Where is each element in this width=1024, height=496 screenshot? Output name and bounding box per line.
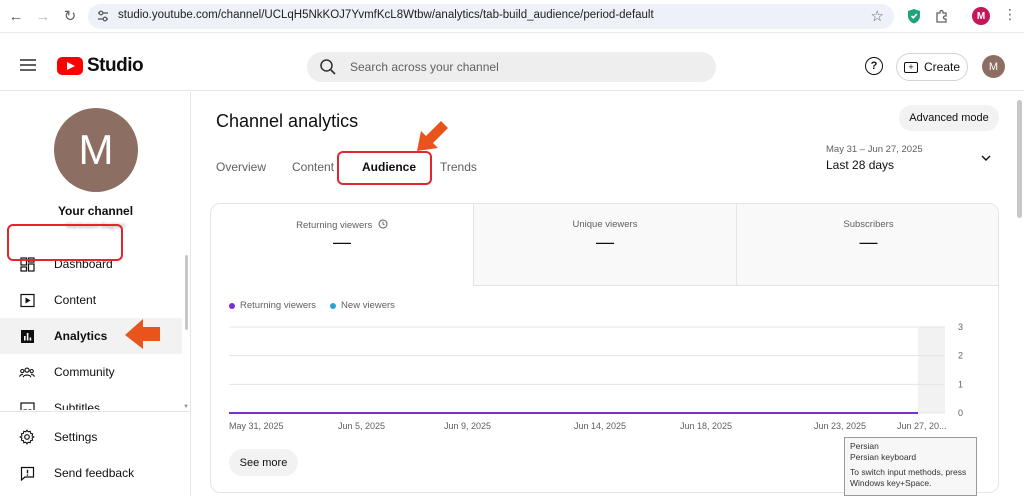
ime-hint: To switch input methods, press Windows k… [850,467,967,488]
analytics-pointer-arrow-icon [125,319,160,349]
your-channel-label: Your channel [57,204,134,218]
see-more-button[interactable]: See more [229,449,298,476]
search-icon [320,59,336,75]
sidebar-item-settings[interactable]: Settings [0,419,182,455]
sidebar-scroll-down-icon[interactable]: ▼ [183,404,189,410]
analytics-icon [19,328,35,344]
x-tick-label: Jun 9, 2025 [444,421,491,431]
browser-toolbar: ← → ↻ studio.youtube.com/channel/UCLqH5N… [0,0,1024,33]
browser-profile-avatar[interactable]: M [972,7,990,25]
youtube-play-icon [57,57,83,75]
page-title: Channel analytics [216,111,359,131]
advanced-mode-button[interactable]: Advanced mode [899,105,999,131]
tab-overview[interactable]: Overview [216,160,266,174]
sidebar-item-send-feedback[interactable]: Send feedback [0,455,182,491]
chart-current-period-band [918,327,945,413]
sidebar-item-label: Analytics [54,329,108,343]
page-scrollbar[interactable] [1016,92,1024,496]
sidebar: M Your channel Mahbubeh Bagheri Dashboar… [0,92,191,496]
search-bar[interactable]: Search across your channel [307,52,716,82]
x-tick-label: Jun 18, 2025 [680,421,732,431]
analytics-highlight-box [7,224,123,261]
search-input[interactable]: Search across your channel [350,60,499,74]
create-label: Create [923,60,961,74]
help-icon[interactable]: ? [865,57,883,75]
page-scrollbar-thumb[interactable] [1017,100,1022,218]
sidebar-item-label: Settings [54,430,98,444]
x-tick-label: May 31, 2025 [229,421,284,431]
url-text[interactable]: studio.youtube.com/channel/UCLqH5NkKOJ7Y… [118,9,654,21]
logo-text: Studio [87,55,144,76]
hamburger-menu-icon[interactable] [20,59,36,74]
browser-menu-icon[interactable]: ⋮ [1003,6,1017,23]
sidebar-item-subtitles[interactable]: Subtitles [0,390,182,410]
content-icon [19,292,35,308]
sidebar-scrollbar[interactable] [185,255,188,330]
studio-logo[interactable]: Studio [57,55,144,77]
channel-avatar[interactable]: M [54,108,138,192]
ime-language: Persian [850,441,879,451]
chevron-down-icon[interactable] [980,152,992,164]
feedback-icon [19,465,35,481]
bookmark-star-icon[interactable]: ☆ [871,7,884,25]
sidebar-item-community[interactable]: Community [0,354,182,390]
create-button[interactable]: + Create [896,53,968,81]
community-icon [19,364,35,380]
address-bar[interactable]: studio.youtube.com/channel/UCLqH5NkKOJ7Y… [88,4,894,29]
tab-content[interactable]: Content [292,160,334,174]
y-tick-label: 1 [958,379,963,389]
tab-trends[interactable]: Trends [440,160,477,174]
sidebar-divider [0,411,191,412]
y-tick-label: 3 [958,322,963,332]
sidebar-item-content[interactable]: Content [0,282,182,318]
y-tick-label: 2 [958,351,963,361]
site-info-icon[interactable] [96,9,110,23]
studio-header: Studio Search across your channel ? + Cr… [0,33,1024,91]
forward-icon[interactable]: → [33,6,53,26]
reload-icon[interactable]: ↻ [60,6,80,26]
shield-extension-icon[interactable] [905,7,923,25]
extensions-puzzle-icon[interactable] [932,7,950,25]
line-chart: 3 2 1 0 May 31, 2025 Jun 5, 2025 Jun 9, 2025 Ju… [229,322,963,431]
x-tick-label: Jun 14, 2025 [574,421,626,431]
date-period-label[interactable]: Last 28 days [826,158,894,172]
x-tick-label: Jun 5, 2025 [338,421,385,431]
sidebar-item-label: Community [54,365,115,379]
audience-pointer-arrow-icon [417,121,448,151]
sidebar-item-label: Content [54,293,97,307]
back-icon[interactable]: ← [6,6,26,26]
account-avatar[interactable]: M [982,55,1005,78]
sidebar-item-label: Send feedback [54,466,135,480]
gear-icon [19,429,35,445]
input-method-tooltip: Persian Persian keyboard To switch input… [844,437,977,496]
x-tick-label: Jun 27, 20... [897,421,947,431]
date-range-text[interactable]: May 31 – Jun 27, 2025 [826,144,923,155]
subtitles-icon [19,400,35,410]
ime-keyboard: Persian keyboard [850,452,917,462]
create-video-icon: + [903,61,918,73]
x-tick-label: Jun 23, 2025 [814,421,866,431]
y-tick-label: 0 [958,408,963,418]
sidebar-item-label: Subtitles [54,401,101,410]
